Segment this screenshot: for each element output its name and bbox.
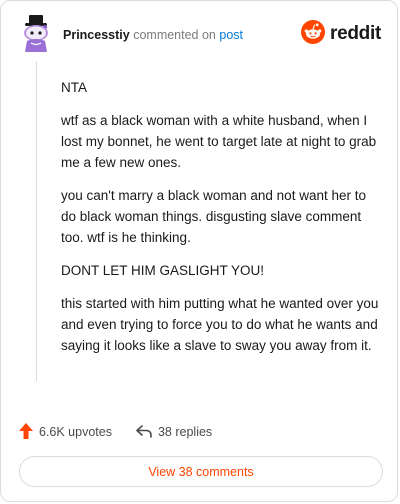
replies-count: 38 replies <box>157 425 213 439</box>
commented-on-text: commented on <box>133 28 216 42</box>
comment-paragraph: this started with him putting what he wa… <box>61 296 379 353</box>
reddit-snoo-icon <box>301 19 326 49</box>
comment-card: Princesstiy commented on post reddit NTA… <box>0 0 398 502</box>
post-link[interactable]: post <box>219 28 243 42</box>
comment-byline: Princesstiy commented on post <box>63 27 243 43</box>
replies-button[interactable]: 38 replies <box>136 424 212 441</box>
reddit-wordmark: reddit <box>330 23 381 44</box>
comment-header: Princesstiy commented on post reddit <box>19 15 381 55</box>
comment-paragraph: DONT LET HIM GASLIGHT YOU! <box>61 263 265 278</box>
reply-arrow-icon <box>136 424 158 441</box>
thread-line[interactable] <box>36 61 37 381</box>
snoo-avatar-icon[interactable] <box>19 15 53 53</box>
comment-body: NTA wtf as a black woman with a white hu… <box>61 77 379 368</box>
username-link[interactable]: Princesstiy <box>63 28 130 42</box>
reddit-logo[interactable]: reddit <box>301 19 381 49</box>
comment-actions: 6.6K upvotes 38 replies <box>19 422 212 442</box>
upvote-count: 6.6K upvotes <box>39 425 112 439</box>
comment-paragraph: NTA <box>61 80 87 95</box>
comment-paragraph: you can't marry a black woman and not wa… <box>61 188 366 245</box>
upvote-arrow-icon <box>19 422 39 442</box>
comment-paragraph: wtf as a black woman with a white husban… <box>61 113 377 170</box>
view-comments-button[interactable]: View 38 comments <box>19 456 383 487</box>
upvote-button[interactable]: 6.6K upvotes <box>19 422 112 442</box>
